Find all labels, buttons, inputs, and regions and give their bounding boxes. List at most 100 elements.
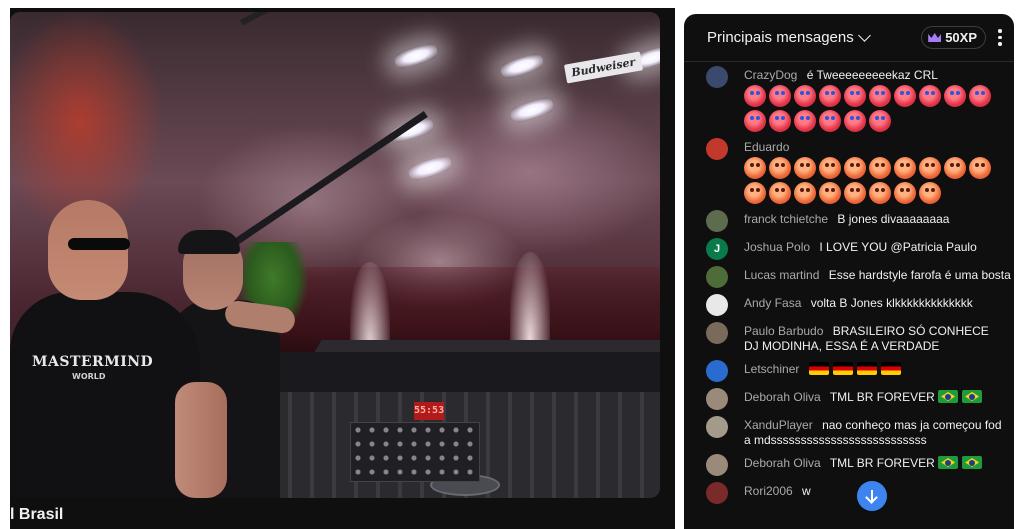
emote-icon [944, 157, 966, 179]
message-text: TML BR FOREVER [829, 456, 935, 470]
message-text: volta B Jones klkkkkkkkkkkkkk [810, 296, 973, 310]
germany-flag-icon [856, 362, 877, 375]
message-author: Joshua Polo [744, 240, 811, 254]
emote-icon [794, 157, 816, 179]
message-text: Esse hardstyle farofa é uma bosta [828, 268, 1011, 282]
emote-icon [744, 110, 766, 132]
deck-display: 55:53 [414, 402, 444, 420]
dj-left-sunglasses [68, 238, 130, 250]
message-text: I LOVE YOU @Patricia Paulo [819, 240, 977, 254]
message-text: w [802, 484, 811, 498]
brazil-flag-icon [962, 390, 983, 403]
message-author: Letschiner [744, 362, 800, 376]
chat-message[interactable]: Rori2006 w [706, 482, 1004, 504]
emote-icon [894, 182, 916, 204]
emote-icon [794, 110, 816, 132]
chat-message[interactable]: Lucas martind Esse hardstyle farofa é um… [706, 266, 1011, 288]
live-chat-panel: Principais mensagens 50XP CrazyDog é Twe… [684, 14, 1014, 529]
chat-message[interactable]: Paulo Barbudo BRASILEIRO SÓ CONHECE DJ M… [706, 322, 1004, 354]
shirt-logo: MASTERMIND [32, 354, 154, 370]
avatar [706, 138, 728, 160]
emote-icon [769, 85, 791, 107]
emote-icon [869, 85, 891, 107]
chat-message[interactable]: Andy Fasa volta B Jones klkkkkkkkkkkkkk [706, 294, 1004, 316]
message-text: TML BR FOREVER [829, 390, 935, 404]
emote-icon [894, 85, 916, 107]
emote-icon [744, 182, 766, 204]
page-edge [1014, 0, 1024, 529]
avatar [706, 294, 728, 316]
stage-light [392, 41, 440, 71]
chat-message[interactable]: XanduPlayer nao conheço mas ja começou f… [706, 416, 1004, 448]
emote-icon [969, 85, 991, 107]
emote-group [744, 157, 1004, 204]
more-vert-icon[interactable] [998, 29, 1002, 46]
chat-message[interactable]: J Joshua Polo I LOVE YOU @Patricia Paulo [706, 238, 1004, 260]
xp-badge[interactable]: 50XP [921, 26, 986, 49]
dj-left-body [10, 292, 200, 498]
emote-icon [844, 182, 866, 204]
chat-message[interactable]: franck tchietche B jones divaaaaaaaa [706, 210, 1004, 232]
emote-icon [844, 85, 866, 107]
message-author: Paulo Barbudo [744, 324, 824, 338]
scroll-to-bottom-button[interactable] [857, 481, 887, 511]
emote-icon [819, 110, 841, 132]
chat-header: Principais mensagens 50XP [684, 14, 1014, 62]
stage-truss [240, 12, 617, 26]
avatar: J [706, 238, 728, 260]
brazil-flag-icon [962, 456, 983, 469]
dj-left-head [48, 200, 128, 300]
shirt-sub: WORLD [72, 372, 106, 381]
germany-flag-icon [880, 362, 901, 375]
chat-message[interactable]: Deborah Oliva TML BR FOREVER [706, 388, 1004, 410]
chat-message[interactable]: Eduardo [706, 138, 1004, 204]
brazil-flag-icon [938, 456, 959, 469]
emote-icon [744, 85, 766, 107]
message-author: Deborah Oliva [744, 390, 821, 404]
xp-badge-label: 50XP [945, 30, 977, 45]
emote-icon [844, 157, 866, 179]
avatar [706, 482, 728, 504]
avatar [706, 66, 728, 88]
avatar [706, 210, 728, 232]
stage-light [406, 153, 454, 183]
chevron-down-icon [857, 28, 871, 42]
chat-message[interactable]: Letschiner [706, 360, 1004, 382]
chat-message[interactable]: CrazyDog é Tweeeeeeeeekaz CRL [706, 66, 1004, 132]
emote-icon [769, 157, 791, 179]
emote-icon [819, 182, 841, 204]
avatar [706, 266, 728, 288]
emote-icon [744, 157, 766, 179]
emote-icon [794, 182, 816, 204]
emote-icon [869, 157, 891, 179]
emote-icon [919, 157, 941, 179]
chat-message[interactable]: Deborah Oliva TML BR FOREVER [706, 454, 1004, 476]
germany-flag-icon [832, 362, 853, 375]
emote-group [744, 85, 1004, 132]
stage-light [498, 51, 546, 81]
chat-mode-dropdown[interactable]: Principais mensagens [707, 28, 871, 46]
emote-icon [844, 110, 866, 132]
arrow-down-icon [871, 490, 873, 502]
emote-icon [919, 182, 941, 204]
emote-icon [819, 157, 841, 179]
message-author: Rori2006 [744, 484, 793, 498]
avatar [706, 388, 728, 410]
message-text: B jones divaaaaaaaa [837, 212, 950, 226]
message-author: Lucas martind [744, 268, 820, 282]
avatar [706, 360, 728, 382]
avatar [706, 454, 728, 476]
message-author: Deborah Oliva [744, 456, 821, 470]
dj-left-arm [175, 382, 227, 498]
brazil-flag-icon [938, 390, 959, 403]
emote-icon [869, 110, 891, 132]
emote-icon [819, 85, 841, 107]
emote-icon [894, 157, 916, 179]
dj-right-cap [178, 230, 240, 254]
message-author: CrazyDog [744, 68, 798, 82]
mixer [350, 422, 480, 482]
stage-light [508, 95, 556, 125]
video-frame[interactable]: Budweiser 55:53 MASTERMIND WORLD [10, 12, 660, 498]
emote-icon [794, 85, 816, 107]
budweiser-sign: Budweiser [563, 51, 643, 84]
